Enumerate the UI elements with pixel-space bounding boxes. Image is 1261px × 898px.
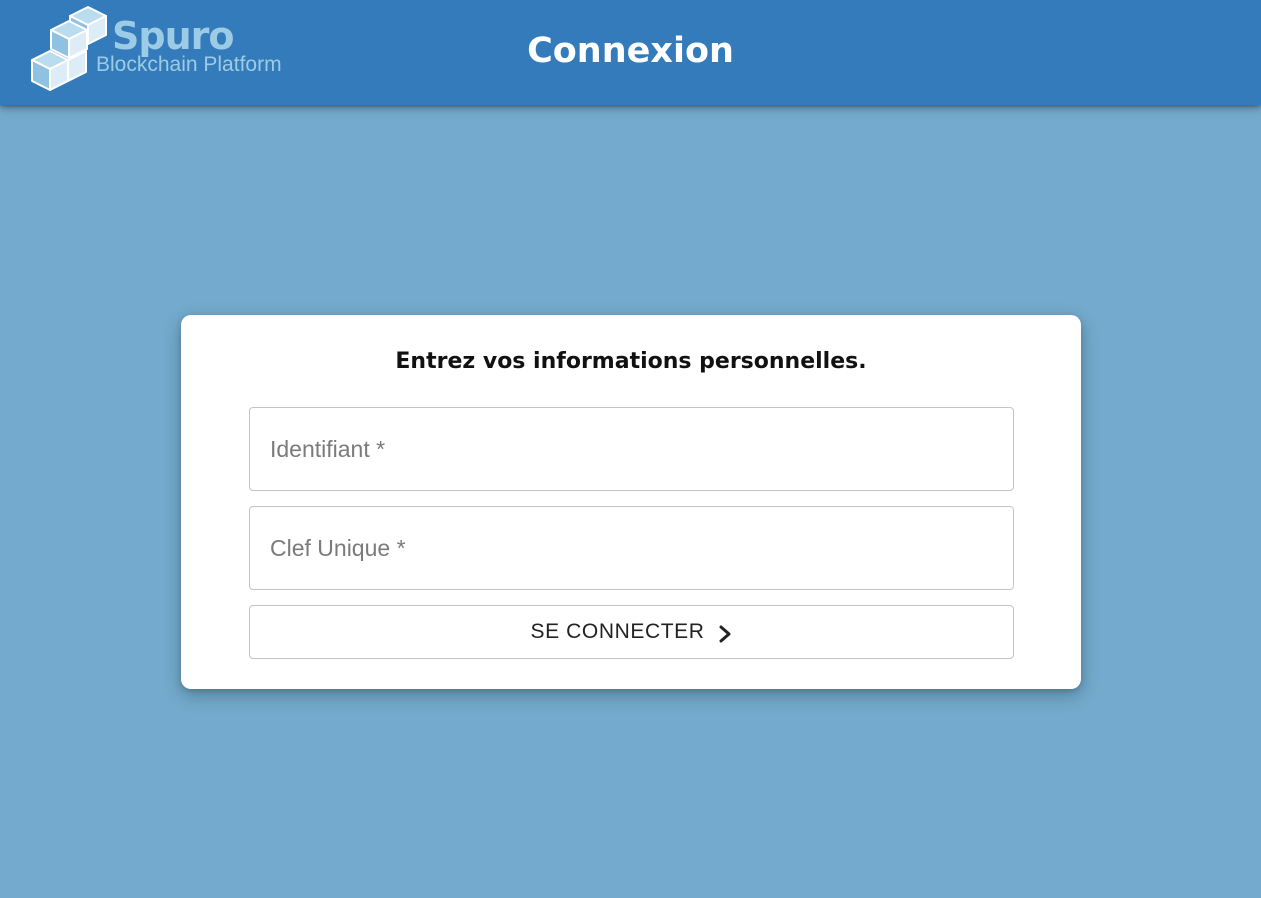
login-button-label: SE CONNECTER (530, 620, 705, 643)
unique-key-input[interactable] (250, 507, 1013, 589)
identifier-input[interactable] (250, 408, 1013, 490)
login-heading: Entrez vos informations personnelles. (395, 349, 867, 374)
app-header: Spuro Blockchain Platform Connexion (0, 0, 1261, 105)
page-title: Connexion (527, 31, 734, 71)
unique-key-field[interactable] (249, 506, 1014, 590)
identifier-field[interactable] (249, 407, 1014, 491)
chevron-right-icon (719, 625, 731, 643)
login-button[interactable]: SE CONNECTER (249, 605, 1014, 659)
login-card: Entrez vos informations personnelles. SE… (181, 315, 1081, 689)
